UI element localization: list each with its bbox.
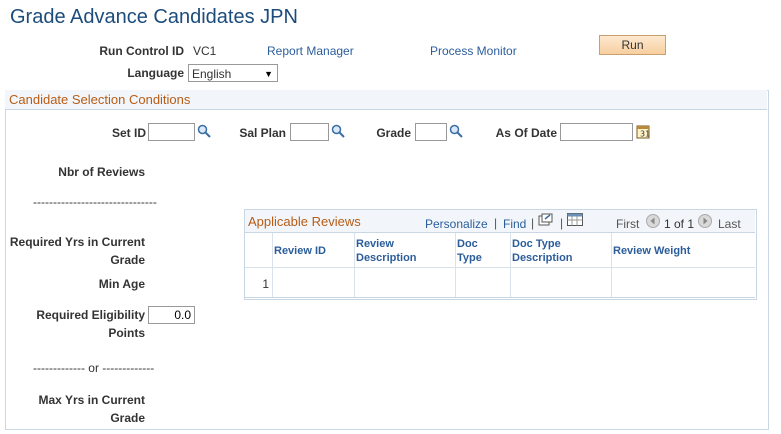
page-title: Grade Advance Candidates JPN (10, 6, 298, 28)
col-header-review-id[interactable]: Review ID (274, 244, 326, 258)
row-number: 1 (262, 277, 269, 291)
setid-input[interactable] (148, 123, 195, 141)
lookup-icon[interactable] (331, 124, 345, 141)
toolbar-separator: | (531, 216, 535, 230)
asofdate-input[interactable] (560, 123, 633, 141)
calendar-icon[interactable]: 31 (636, 124, 650, 142)
download-grid-icon[interactable] (567, 213, 583, 229)
req-points-label-line1: Required Eligibility (36, 308, 145, 322)
report-manager-link[interactable]: Report Manager (267, 44, 354, 58)
lookup-icon[interactable] (197, 124, 211, 141)
col-header-line: Review ID (274, 245, 326, 257)
col-header-line: Doc Type (512, 238, 561, 250)
salplan-input[interactable] (290, 123, 329, 141)
chevron-down-icon: ▼ (264, 69, 273, 79)
run-control-value: VC1 (193, 44, 217, 58)
svg-text:31: 31 (640, 130, 650, 139)
first-label: First (616, 217, 640, 231)
cell-review-id[interactable] (273, 269, 354, 297)
personalize-link[interactable]: Personalize (425, 217, 488, 231)
col-header-line: Description (512, 252, 573, 264)
or-divider: ------------- or ------------- (33, 361, 155, 375)
max-yrs-label-line2: Grade (110, 411, 145, 425)
header-divider (245, 267, 755, 268)
grid-title: Applicable Reviews (248, 214, 361, 229)
language-label: Language (127, 66, 184, 80)
language-select-value: English (192, 67, 232, 81)
req-yrs-label: Required Yrs in Current Grade (0, 233, 145, 269)
toolbar-separator: | (494, 216, 498, 230)
nbr-reviews-label: Nbr of Reviews (58, 165, 145, 179)
col-header-line: Review Weight (613, 245, 691, 257)
cell-review-description (355, 269, 455, 297)
req-yrs-label-line2: Grade (110, 253, 145, 267)
max-yrs-label-line1: Max Yrs in Current (38, 393, 145, 407)
new-window-icon[interactable] (538, 213, 553, 229)
run-button[interactable]: Run (599, 35, 666, 55)
group-title: Candidate Selection Conditions (9, 92, 191, 107)
col-header-review-description[interactable]: Review Description (356, 237, 417, 265)
asofdate-label: As Of Date (495, 126, 557, 140)
language-select[interactable]: English ▼ (188, 64, 278, 82)
grade-label: Grade (376, 126, 411, 140)
salplan-label: Sal Plan (239, 126, 286, 140)
cell-doc-type-description (511, 269, 611, 297)
last-label: Last (718, 217, 741, 231)
col-header-review-weight[interactable]: Review Weight (613, 244, 690, 258)
toolbar-separator: | (560, 216, 564, 230)
lookup-icon[interactable] (449, 124, 463, 141)
req-yrs-label-line1: Required Yrs in Current (9, 235, 145, 249)
col-header-line: Type (457, 252, 482, 264)
find-link[interactable]: Find (503, 217, 526, 231)
cell-review-weight (612, 269, 755, 297)
row-range: 1 of 1 (664, 217, 695, 231)
next-icon[interactable] (698, 214, 712, 231)
col-header-doc-type-description[interactable]: Doc Type Description (512, 237, 573, 265)
col-header-line: Review (356, 238, 394, 250)
max-yrs-label: Max Yrs in Current Grade (0, 391, 145, 427)
process-monitor-link[interactable]: Process Monitor (430, 44, 517, 58)
req-points-label: Required Eligibility Points (0, 306, 145, 342)
req-points-label-line2: Points (108, 326, 145, 340)
col-header-doc-type[interactable]: Doc Type (457, 237, 482, 265)
grade-input[interactable] (415, 123, 447, 141)
min-age-label: Min Age (98, 277, 145, 291)
grid-bottom-line (245, 297, 755, 298)
run-control-label: Run Control ID (99, 44, 184, 58)
col-header-line: Doc (457, 238, 478, 250)
req-points-input[interactable] (148, 306, 195, 324)
previous-icon[interactable] (646, 214, 660, 231)
divider-line: ------------------------------- (33, 195, 157, 209)
col-header-line: Description (356, 252, 417, 264)
cell-doc-type (456, 269, 510, 297)
setid-label: Set ID (111, 126, 146, 140)
